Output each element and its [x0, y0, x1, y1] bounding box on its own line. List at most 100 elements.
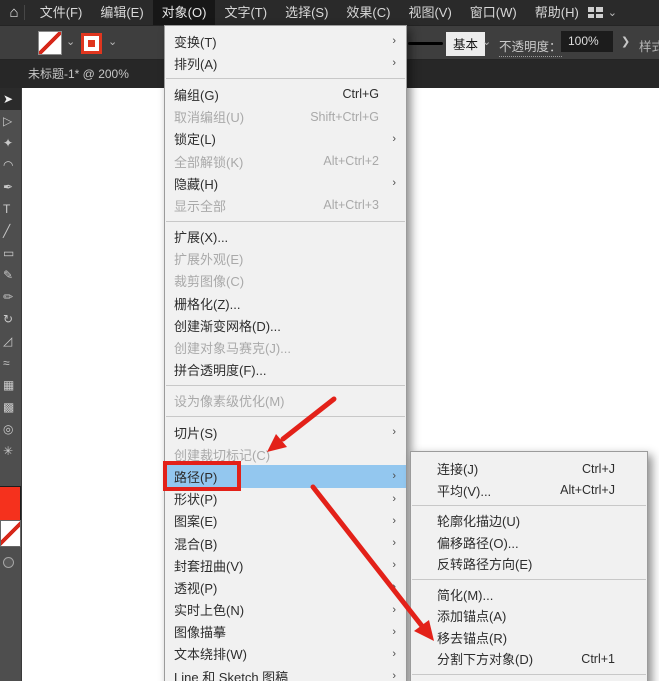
menubar-item[interactable]: 编辑(E) [91, 0, 152, 25]
menu-item[interactable]: 混合(B) › [165, 532, 406, 554]
menu-item[interactable]: 排列(A)› [165, 52, 406, 74]
shape-builder-tool-icon[interactable]: ▦ [0, 374, 21, 396]
menu-item[interactable]: 移去锚点(R) [411, 627, 647, 649]
rectangle-tool-icon[interactable]: ▭ [0, 242, 21, 264]
menu-item[interactable]: 路径(P)› [165, 465, 406, 487]
menu-item-label: 混合(B) [174, 534, 217, 553]
stroke-none-swatch[interactable] [38, 31, 62, 55]
width-tool-icon[interactable]: ≈ [0, 352, 21, 374]
document-tab[interactable]: 未标题-1* @ 200% [28, 60, 129, 88]
menu-item-shortcut: Ctrl+G [343, 87, 383, 101]
menu-item[interactable]: 变换(T)› [165, 30, 406, 52]
menu-item-label: 扩展(X)... [174, 227, 228, 246]
lasso-tool-icon[interactable]: ◠ [0, 154, 21, 176]
chevron-down-icon[interactable]: ⌄ [482, 35, 491, 48]
hand-tool-icon[interactable]: ✳ [0, 440, 21, 462]
menubar-item[interactable]: 视图(V) [399, 0, 460, 25]
menu-item[interactable]: 创建渐变网格(D)... [165, 314, 406, 336]
stroke-none-swatch[interactable] [0, 520, 21, 547]
menu-item[interactable]: 轮廓化描边(U) [411, 510, 647, 532]
menubar-item[interactable]: 帮助(H) [526, 0, 588, 25]
menubar-item[interactable]: 窗口(W) [461, 0, 526, 25]
menu-item[interactable]: 简化(M)... [411, 584, 647, 606]
menu-item[interactable]: 编组(G) Ctrl+G [165, 83, 406, 105]
menubar-item[interactable]: 文件(F) [31, 0, 92, 25]
scale-tool-icon[interactable]: ◿ [0, 330, 21, 352]
menu-item-label: 简化(M)... [437, 585, 493, 604]
menu-item[interactable]: 反转路径方向(E) [411, 553, 647, 575]
menu-item-label: 平均(V)... [437, 481, 491, 500]
menu-item[interactable]: 创建对象马赛克(J)... [165, 336, 406, 358]
home-icon[interactable]: ⌂ [8, 0, 20, 25]
menu-item-label: 隐藏(H) [174, 174, 218, 193]
menu-item[interactable]: 锁定(L)› [165, 128, 406, 150]
menu-item-label: 图案(E) [174, 511, 217, 530]
eyedropper-tool-icon[interactable]: ◎ [0, 418, 21, 440]
menu-item[interactable]: 透视(P)› [165, 576, 406, 598]
menu-item[interactable]: 取消编组(U)Shift+Ctrl+G [165, 106, 406, 128]
menu-item[interactable]: Line 和 Sketch 图稿› [165, 665, 406, 681]
chevron-down-icon[interactable]: ⌄ [66, 35, 75, 48]
selection-tool-icon[interactable]: ➤ [0, 88, 21, 110]
menu-item-label: 栅格化(Z)... [174, 294, 240, 313]
menu-item-label: 拼合透明度(F)... [174, 360, 266, 379]
submenu-arrow-icon: › [383, 604, 396, 616]
menu-item[interactable]: 显示全部Alt+Ctrl+3 [165, 194, 406, 216]
brush-style-dropdown[interactable]: 基本 [446, 32, 485, 56]
rotate-tool-icon[interactable]: ↻ [0, 308, 21, 330]
gradient-tool-icon[interactable]: ▩ [0, 396, 21, 418]
menu-item[interactable]: 扩展外观(E) [165, 248, 406, 270]
menu-item[interactable]: 栅格化(Z)... [165, 292, 406, 314]
menu-item[interactable]: 设为像素级优化(M) [165, 390, 406, 412]
menu-item-label: 连接(J) [437, 459, 478, 478]
menu-item[interactable]: 图像描摹› [165, 621, 406, 643]
direct-selection-tool-icon[interactable]: ▷ [0, 110, 21, 132]
submenu-arrow-icon: › [383, 537, 396, 549]
menu-item[interactable]: 图案(E)› [165, 510, 406, 532]
expand-arrow-icon[interactable]: ❯ [621, 35, 630, 48]
opacity-input[interactable]: 100% [561, 31, 613, 52]
menu-item[interactable]: 裁剪图像(C) [165, 270, 406, 292]
menu-item[interactable]: 切片(S)› [165, 421, 406, 443]
menubar-item[interactable]: 效果(C) [337, 0, 399, 25]
menu-item[interactable]: 偏移路径(O)... [411, 532, 647, 554]
menu-item-label: 创建裁切标记(C) [174, 445, 270, 464]
workspace-switcher[interactable]: ⌄ [588, 6, 617, 19]
menu-item[interactable]: 平均(V)...Alt+Ctrl+J [411, 480, 647, 502]
menubar-item[interactable]: 文字(T) [215, 0, 276, 25]
magic-wand-tool-icon[interactable]: ✦ [0, 132, 21, 154]
style-label: 样式 [639, 36, 659, 55]
submenu-arrow-icon: › [383, 493, 396, 505]
menu-item-label: 路径(P) [174, 467, 217, 486]
menu-item[interactable]: 拼合透明度(F)... [165, 359, 406, 381]
menu-item[interactable]: 扩展(X)... [165, 226, 406, 248]
stroke-color-swatch[interactable] [81, 33, 102, 54]
chevron-down-icon[interactable]: ⌄ [108, 35, 117, 48]
menu-item[interactable]: 文本绕排(W)› [165, 643, 406, 665]
pen-tool-icon[interactable]: ✒ [0, 176, 21, 198]
menu-item[interactable]: 实时上色(N)› [165, 599, 406, 621]
menu-item[interactable]: 隐藏(H)› [165, 172, 406, 194]
opacity-label[interactable]: 不透明度： [499, 36, 562, 57]
pencil-tool-icon[interactable]: ✏ [0, 286, 21, 308]
menu-item-shortcut: Ctrl+1 [581, 652, 619, 666]
menu-item-label: 扩展外观(E) [174, 249, 243, 268]
menu-item[interactable]: 创建裁切标记(C) [165, 443, 406, 465]
menu-item-shortcut: Ctrl+J [582, 462, 619, 476]
color-mode-icon[interactable] [3, 557, 14, 568]
menu-item-label: 编组(G) [174, 85, 219, 104]
type-tool-icon[interactable]: T [0, 198, 21, 220]
paintbrush-tool-icon[interactable]: ✎ [0, 264, 21, 286]
menu-item[interactable]: 全部解锁(K)Alt+Ctrl+2 [165, 150, 406, 172]
line-segment-tool-icon[interactable]: ╱ [0, 220, 21, 242]
menu-item[interactable]: 封套扭曲(V)› [165, 554, 406, 576]
menu-item-label: 切片(S) [174, 423, 217, 442]
menu-item[interactable]: 形状(P)› [165, 488, 406, 510]
fill-color-swatch[interactable] [0, 486, 21, 524]
menu-item[interactable]: 分割下方对象(D)Ctrl+1 [411, 648, 647, 670]
menu-item[interactable]: 连接(J) Ctrl+J [411, 458, 647, 480]
menu-item[interactable]: 添加锚点(A) [411, 605, 647, 627]
menubar-item[interactable]: 选择(S) [276, 0, 337, 25]
menu-bar: ⌂ 文件(F)编辑(E)对象(O)文字(T)选择(S)效果(C)视图(V)窗口(… [0, 0, 659, 25]
menubar-item[interactable]: 对象(O) [153, 0, 216, 25]
